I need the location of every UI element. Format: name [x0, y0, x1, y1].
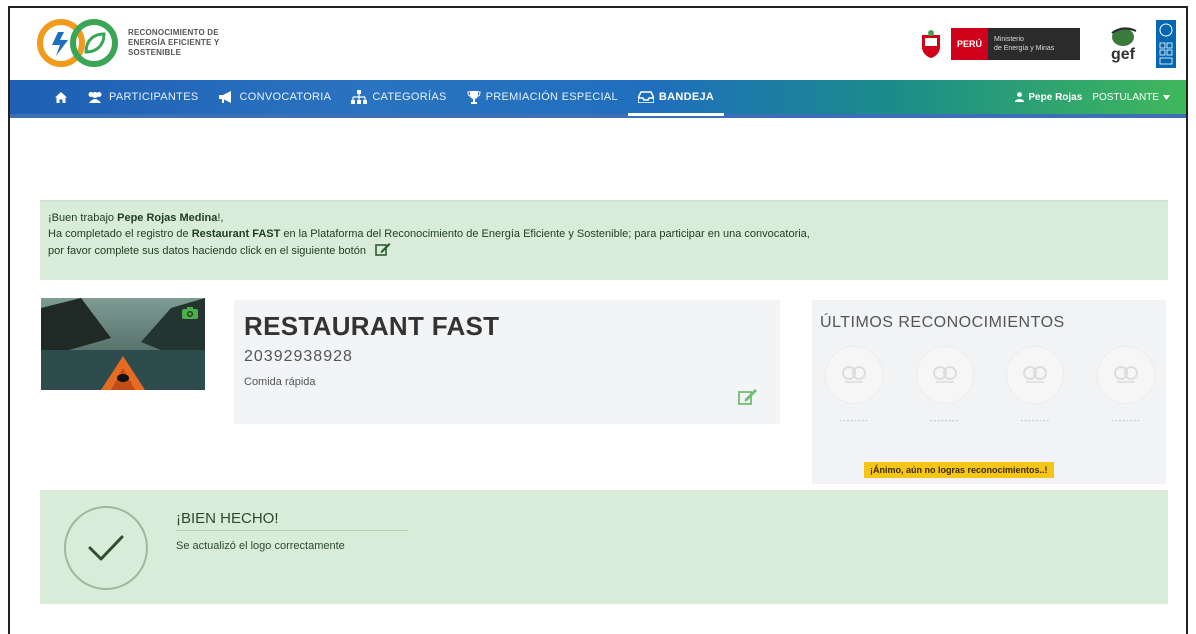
gef-label: gef	[1111, 46, 1135, 63]
nav-premiacion-especial[interactable]: PREMIACIÓN ESPECIAL	[457, 80, 628, 114]
nav-categorias[interactable]: CATEGORÍAS	[341, 80, 456, 114]
no-recognitions-badge: ¡Ánimo, aún no logras reconocimientos..!	[864, 462, 1054, 478]
recognitions-panel: ÚLTIMOS RECONOCIMIENTOS -------- -------…	[812, 300, 1166, 484]
banner-line-3: por favor complete sus datos haciendo cl…	[48, 242, 1160, 260]
success-title: ¡BIEN HECHO!	[176, 510, 279, 527]
nav-participantes-label: PARTICIPANTES	[109, 91, 199, 103]
welcome-banner: ¡Buen trabajo Pepe Rojas Medina!, Ha com…	[40, 200, 1168, 280]
gef-globe-icon	[1111, 27, 1137, 46]
nav-home[interactable]	[10, 80, 76, 114]
nav-user-area: Pepe Rojas POSTULANTE	[1015, 80, 1170, 114]
partner-logos: PERÚ Ministerio de Energía y Minas gef	[919, 20, 1176, 68]
medal-label: --------	[1020, 416, 1050, 425]
minem-line-2: de Energía y Minas	[994, 45, 1055, 52]
banner-line-2: Ha completado el registro de Restaurant …	[48, 226, 1160, 242]
main-nav: PARTICIPANTES CONVOCATORIA CATEGORÍAS PR…	[10, 80, 1186, 118]
nav-convocatoria[interactable]: CONVOCATORIA	[208, 80, 341, 114]
app-window: RECONOCIMIENTO DE ENERGÍA EFICIENTE Y SO…	[8, 6, 1188, 634]
company-ruc: 20392938928	[244, 348, 353, 365]
medal-placeholder-icon	[1006, 346, 1065, 404]
line3-text: por favor complete sus datos haciendo cl…	[48, 244, 366, 257]
undp-letters-icon	[1159, 42, 1173, 64]
role-dropdown[interactable]: POSTULANTE	[1092, 92, 1170, 103]
line2-prefix: Ha completado el registro de	[48, 228, 192, 240]
success-divider	[176, 530, 408, 531]
medal-placeholder-icon	[1096, 346, 1155, 404]
minem-label: Ministerio de Energía y Minas	[988, 28, 1080, 60]
complete-data-button[interactable]	[375, 242, 391, 260]
nav-convocatoria-label: CONVOCATORIA	[239, 91, 332, 103]
logo-text: RECONOCIMIENTO DE ENERGÍA EFICIENTE Y SO…	[128, 28, 258, 58]
logo-line-3: SOSTENIBLE	[128, 48, 182, 57]
success-message: Se actualizó el logo correctamente	[176, 540, 345, 552]
medal-label: --------	[839, 416, 869, 425]
company-logo-image[interactable]	[41, 298, 205, 390]
trophy-icon	[467, 91, 481, 104]
line2-suffix: en la Plataforma del Reconocimiento de E…	[280, 228, 810, 240]
edit-icon	[738, 389, 757, 405]
greeting-name: Pepe Rojas Medina	[117, 212, 218, 224]
minem-logo: PERÚ Ministerio de Energía y Minas	[950, 28, 1080, 60]
medal-label: --------	[1111, 416, 1141, 425]
greeting-prefix: ¡Buen trabajo	[48, 212, 118, 224]
minem-line-1: Ministerio	[994, 36, 1024, 43]
peru-label: PERÚ	[950, 28, 988, 60]
edit-company-button[interactable]	[738, 388, 758, 410]
company-name: RESTAURANT FAST	[244, 311, 500, 341]
nav-bandeja[interactable]: BANDEJA	[627, 82, 725, 116]
success-alert: ¡BIEN HECHO! Se actualizó el logo correc…	[40, 490, 1168, 604]
edit-icon	[375, 243, 391, 256]
recognitions-title: ÚLTIMOS RECONOCIMIENTOS	[820, 314, 1065, 331]
medals-row: -------- -------- -------- --------	[812, 346, 1166, 425]
medal-label: --------	[930, 416, 960, 425]
medal-placeholder-icon	[825, 346, 883, 404]
role-label: POSTULANTE	[1092, 91, 1159, 103]
gef-logo: gef	[1108, 25, 1138, 63]
user-name: Pepe Rojas	[1028, 91, 1083, 103]
camera-icon[interactable]	[181, 306, 199, 320]
users-icon	[88, 92, 102, 103]
medal-slot: --------	[915, 346, 975, 425]
logo-line-1: RECONOCIMIENTO DE	[128, 28, 219, 37]
site-logo[interactable]: RECONOCIMIENTO DE ENERGÍA EFICIENTE Y SO…	[36, 18, 258, 68]
medal-slot: --------	[1005, 346, 1065, 425]
peru-coat-of-arms-icon	[921, 30, 940, 58]
nav-bandeja-label: BANDEJA	[658, 91, 715, 103]
banner-line-1: ¡Buen trabajo Pepe Rojas Medina!,	[48, 210, 1160, 226]
caret-down-icon	[1163, 94, 1170, 100]
home-icon	[55, 91, 67, 103]
undp-logo	[1156, 20, 1176, 68]
success-check-icon	[64, 506, 148, 590]
nav-participantes[interactable]: PARTICIPANTES	[76, 80, 208, 114]
greeting-suffix: !,	[217, 212, 224, 224]
user-icon	[1015, 92, 1025, 102]
line2-company: Restaurant FAST	[191, 228, 281, 240]
megaphone-icon	[219, 91, 232, 103]
medal-placeholder-icon	[915, 346, 974, 404]
company-category: Comida rápida	[244, 376, 316, 388]
company-card: RESTAURANT FAST 20392938928 Comida rápid…	[234, 300, 780, 424]
user-menu[interactable]: Pepe Rojas	[1015, 92, 1082, 103]
inbox-icon	[637, 91, 654, 103]
logo-rings-icon	[37, 19, 118, 67]
medal-slot: --------	[824, 346, 884, 425]
un-emblem-icon	[1159, 23, 1173, 36]
logo-line-2: ENERGÍA EFICIENTE Y	[128, 38, 220, 47]
medal-slot: --------	[1096, 346, 1156, 425]
nav-premiacion-label: PREMIACIÓN ESPECIAL	[485, 91, 618, 103]
site-header: RECONOCIMIENTO DE ENERGÍA EFICIENTE Y SO…	[10, 8, 1186, 80]
sitemap-icon	[351, 90, 368, 104]
nav-categorias-label: CATEGORÍAS	[372, 91, 447, 103]
